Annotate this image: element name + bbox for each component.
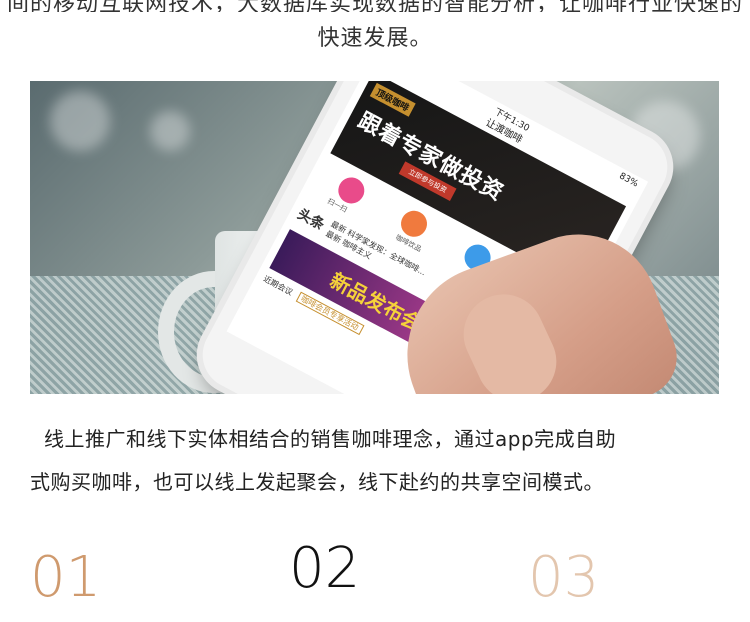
news-logo: 头条 [294,206,327,234]
intro-cut-line: 间的移动互联网技术，大数据库实现数据的智能分析，让咖啡行业快速的 [0,0,750,12]
bokeh-light [50,91,110,151]
hero-photo: ●●● 下午1:30 83% 让渡咖啡 顶级咖啡 跟着专家做投资 立即参与投资 … [30,81,719,394]
bokeh-light [150,111,190,151]
step-number-01: 01 [30,545,102,610]
description-line: 线上推广和线下实体相结合的销售咖啡理念，通过app完成自助 [44,427,617,451]
step-number-02: 02 [289,536,361,601]
step-number-03: 03 [528,545,600,610]
description: 线上推广和线下实体相结合的销售咖啡理念，通过app完成自助 式购买咖啡，也可以线… [30,418,720,504]
description-line: 式购买咖啡，也可以线上发起聚会，线下赴约的共享空间模式。 [30,470,604,494]
intro-line: 快速发展。 [317,26,433,51]
